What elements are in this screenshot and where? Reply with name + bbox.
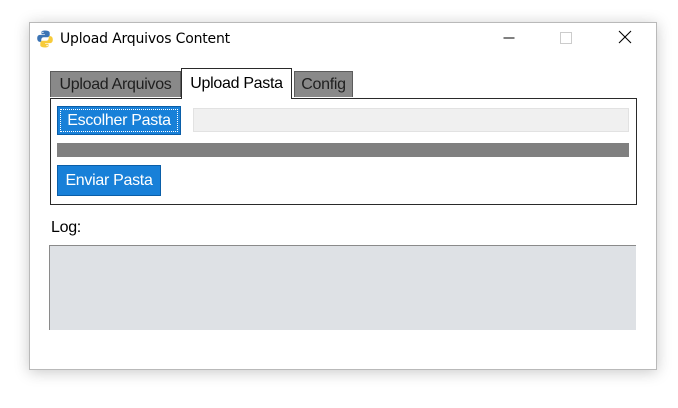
button-label: Enviar Pasta: [65, 171, 153, 189]
button-label: Escolher Pasta: [67, 111, 171, 129]
folder-path-field[interactable]: [193, 108, 629, 132]
tab-config[interactable]: Config: [294, 71, 353, 97]
log-textarea[interactable]: [49, 245, 636, 330]
minimize-button[interactable]: [486, 23, 532, 56]
maximize-icon: [560, 31, 572, 49]
send-folder-button[interactable]: Enviar Pasta: [57, 165, 161, 196]
window-title: Upload Arquivos Content: [60, 31, 230, 47]
log-label: Log:: [51, 219, 81, 236]
tab-upload-pasta[interactable]: Upload Pasta: [181, 68, 292, 99]
maximize-button[interactable]: [543, 23, 589, 56]
tab-label: Upload Arquivos: [59, 75, 172, 93]
tab-upload-arquivos[interactable]: Upload Arquivos: [50, 71, 181, 97]
tab-label: Upload Pasta: [190, 75, 283, 92]
python-icon: [35, 29, 55, 49]
tab-label: Config: [301, 75, 346, 93]
upload-progress-bar: [57, 143, 629, 157]
close-button[interactable]: [602, 23, 648, 56]
upload-pasta-panel: Escolher Pasta Enviar Pasta: [50, 98, 637, 205]
minimize-icon: [503, 31, 515, 49]
title-bar[interactable]: Upload Arquivos Content: [30, 23, 656, 56]
choose-folder-button[interactable]: Escolher Pasta: [57, 106, 181, 135]
app-window: Upload Arquivos Content Upload Arquivos …: [29, 22, 657, 370]
close-icon: [618, 30, 632, 49]
